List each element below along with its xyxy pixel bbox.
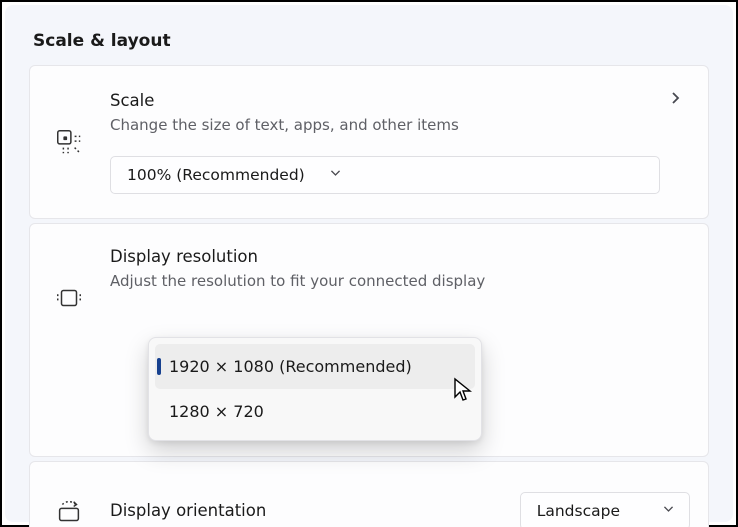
section-title: Scale & layout	[33, 31, 709, 51]
chevron-down-icon	[329, 166, 342, 183]
orientation-title: Display orientation	[110, 500, 520, 521]
resolution-flyout: 1920 × 1080 (Recommended) 1280 × 720	[148, 337, 482, 441]
orientation-dropdown-value: Landscape	[537, 502, 620, 520]
resolution-option-label: 1280 × 720	[169, 402, 264, 421]
settings-panel: Scale & layout Scale Change the size of …	[5, 5, 733, 522]
resolution-option-label: 1920 × 1080 (Recommended)	[169, 357, 412, 376]
resolution-icon	[54, 246, 110, 346]
resolution-desc: Adjust the resolution to fit your connec…	[110, 271, 690, 291]
resolution-option-1920x1080[interactable]: 1920 × 1080 (Recommended)	[155, 344, 475, 389]
scale-dropdown[interactable]: 100% (Recommended)	[110, 156, 660, 194]
chevron-down-icon	[662, 502, 675, 519]
orientation-dropdown[interactable]: Landscape	[520, 492, 690, 527]
orientation-card[interactable]: Display orientation Landscape	[29, 461, 709, 527]
resolution-title: Display resolution	[110, 246, 690, 267]
scale-dropdown-value: 100% (Recommended)	[127, 166, 305, 184]
orientation-icon	[54, 494, 110, 527]
scale-desc: Change the size of text, apps, and other…	[110, 115, 660, 135]
resolution-option-1280x720[interactable]: 1280 × 720	[155, 389, 475, 434]
settings-window: Scale & layout Scale Change the size of …	[0, 0, 738, 527]
chevron-right-icon[interactable]	[660, 90, 690, 106]
scale-title: Scale	[110, 90, 660, 111]
scale-icon	[54, 90, 110, 190]
scale-card[interactable]: Scale Change the size of text, apps, and…	[29, 65, 709, 219]
